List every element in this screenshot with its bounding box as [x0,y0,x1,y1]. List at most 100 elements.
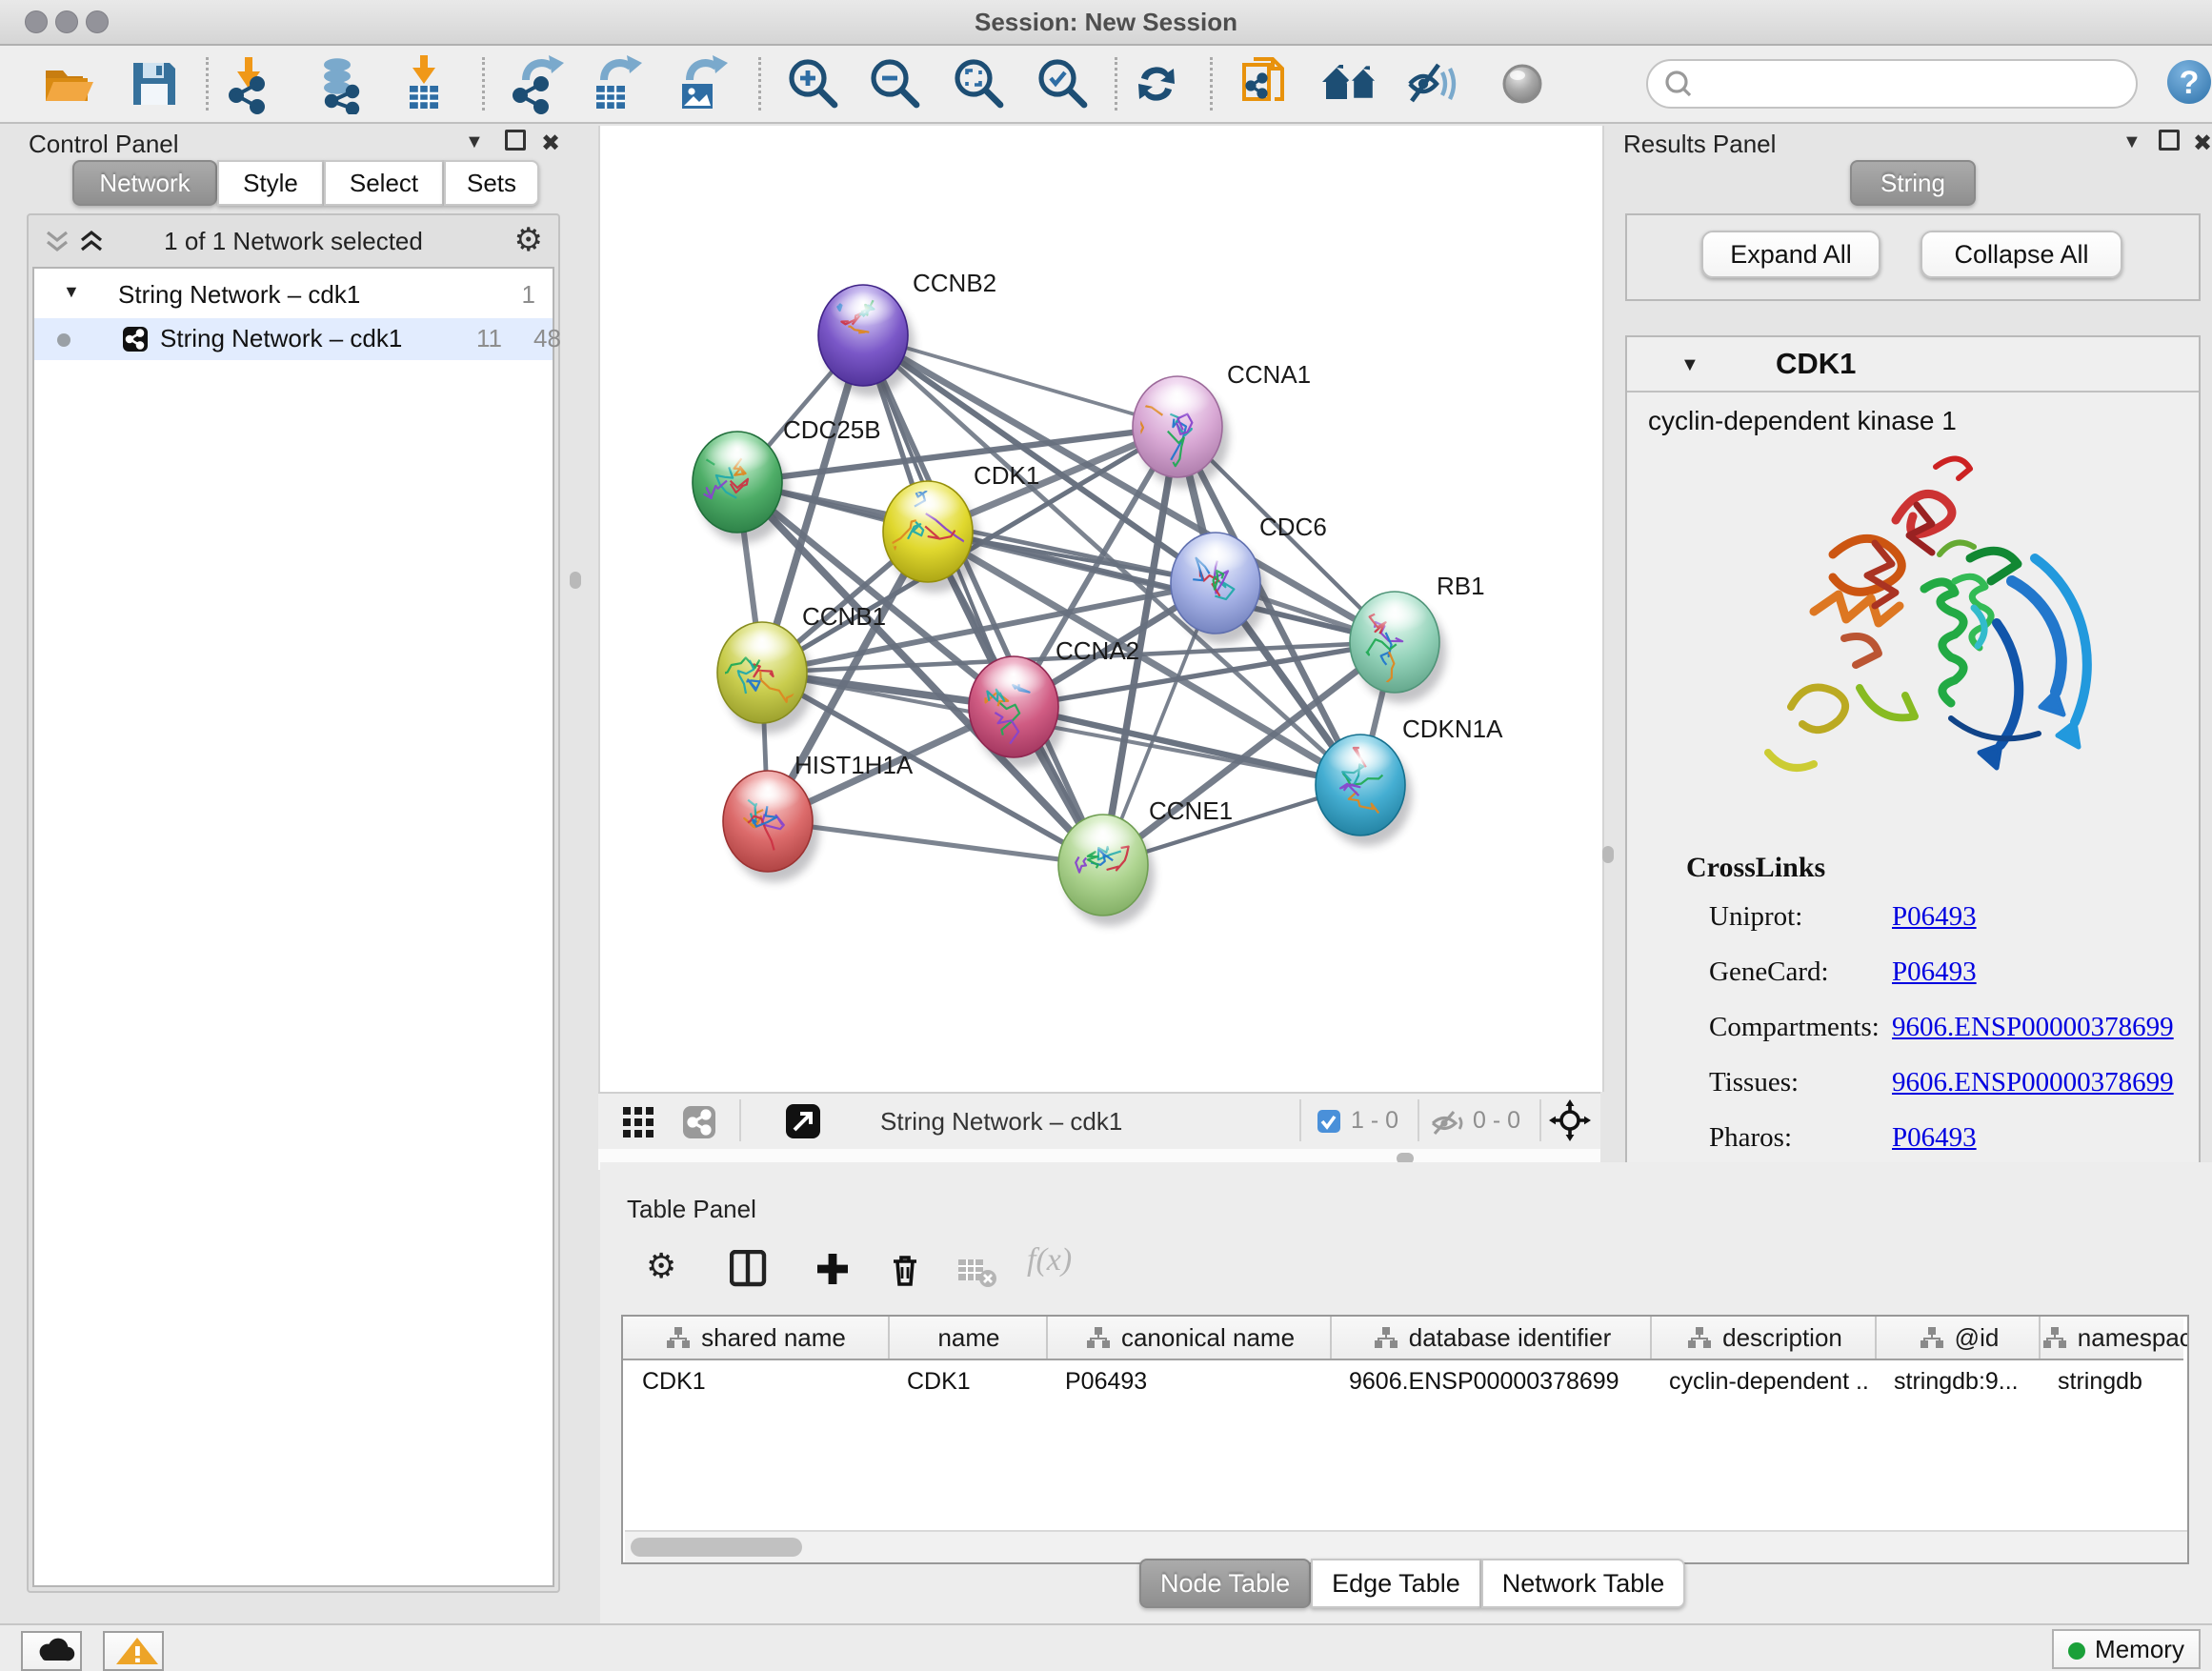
control-panel-float-icon[interactable]: ▼ [465,131,484,153]
crosslink-value-link[interactable]: 9606.ENSP00000378699 [1892,1067,2174,1098]
network-view-icon[interactable] [682,1105,716,1139]
import-table-icon[interactable] [394,53,455,114]
tab-style[interactable]: Style [217,160,324,206]
crosslink-value-link[interactable]: P06493 [1892,1122,1977,1154]
search-input[interactable] [1646,59,2138,109]
zoom-fit-icon[interactable] [949,53,1010,114]
column-header-canonical-name[interactable]: canonical name [1046,1317,1332,1359]
tab-string[interactable]: String [1850,160,1976,206]
cell-shared-name[interactable]: CDK1 [642,1368,884,1396]
fit-selected-icon[interactable] [1549,1099,1591,1141]
detach-view-icon[interactable] [785,1103,821,1139]
expand-all-button[interactable]: Expand All [1701,231,1880,278]
column-header--id[interactable]: @id [1875,1317,2041,1359]
hide-panel-icon[interactable] [1402,53,1463,114]
memory-button[interactable]: Memory [2052,1629,2201,1669]
left-splitter-handle[interactable] [570,572,581,589]
node-label: CDK1 [974,461,1039,490]
results-panel-close-icon[interactable]: ✖ [2193,130,2212,157]
node-label: HIST1H1A [794,751,914,779]
crosslink-label: GeneCard: [1709,956,1829,988]
column-header-namespace[interactable]: namespace [2039,1317,2189,1359]
crosslink-value-link[interactable]: 9606.ENSP00000378699 [1892,1012,2174,1043]
control-panel-maximize-icon[interactable] [505,130,526,156]
crosslink-value-link[interactable]: P06493 [1892,956,1977,988]
network-status-dot [57,333,70,347]
cell-namespace[interactable]: stringdb [2058,1368,2189,1396]
node-label: CCNB2 [913,269,996,297]
protein-expander-icon[interactable]: ▼ [1680,354,1699,376]
cloud-button[interactable] [21,1631,82,1671]
network-canvas[interactable]: CCNB2CCNA1CDC25BCDK1CDC6RB1CCNB1CCNA2CDK… [600,126,1602,1092]
tab-select[interactable]: Select [324,160,444,206]
export-network-icon[interactable] [507,53,568,114]
control-panel-close-icon[interactable]: ✖ [541,130,560,157]
horizontal-scrollbar[interactable] [625,1530,2189,1562]
save-session-icon[interactable] [124,53,185,114]
open-session-icon[interactable] [38,53,99,114]
column-header-shared-name[interactable]: shared name [623,1317,888,1359]
collapse-all-button[interactable]: Collapse All [1920,231,2122,278]
help-icon[interactable]: ? [2162,55,2212,116]
grid-view-icon[interactable] [621,1105,655,1139]
network-type-icon [122,326,149,352]
tab-network-table[interactable]: Network Table [1481,1559,1686,1608]
column-header-name[interactable]: name [888,1317,1048,1359]
network-view[interactable]: CCNB2CCNA1CDC25BCDK1CDC6RB1CCNB1CCNA2CDK… [598,126,1604,1092]
network-node-cdc6[interactable]: CDC6 [1171,513,1327,644]
protein-header[interactable]: ▼ CDK1 [1627,337,2199,393]
tab-network[interactable]: Network [72,160,217,206]
network-node-ccne1[interactable]: CCNE1 [1058,796,1233,926]
column-header-description[interactable]: description [1650,1317,1877,1359]
network-list-options-gear-icon[interactable]: ⚙ [514,221,543,259]
network-node-cdkn1a[interactable]: CDKN1A [1316,715,1503,846]
node-label: CCNA1 [1227,360,1311,389]
zoom-in-icon[interactable] [783,53,844,114]
cell-name[interactable]: CDK1 [907,1368,1042,1396]
network-node-count: 11 [476,324,502,353]
toolbar-separator [1115,57,1117,111]
network-home-icon[interactable] [1320,53,1381,114]
warning-button[interactable] [103,1631,164,1671]
refresh-icon[interactable] [1126,53,1187,114]
import-network-icon[interactable] [221,53,282,114]
tab-sets[interactable]: Sets [444,160,539,206]
tab-edge-table[interactable]: Edge Table [1311,1559,1481,1608]
network-row-selected[interactable]: String Network – cdk1 11 48 [34,318,553,360]
cell-database-identifier[interactable]: 9606.ENSP00000378699 [1349,1368,1646,1396]
show-columns-icon[interactable] [730,1250,768,1288]
cell-canonical-name[interactable]: P06493 [1065,1368,1326,1396]
tree-column-icon [665,1325,690,1350]
add-column-icon[interactable] [814,1250,852,1288]
column-header-database-identifier[interactable]: database identifier [1330,1317,1652,1359]
network-node-cdk1[interactable]: CDK1 [883,461,1039,593]
share-document-icon[interactable] [1237,53,1297,114]
collection-expander-icon[interactable]: ▼ [63,282,80,302]
tab-node-table[interactable]: Node Table [1139,1559,1311,1608]
scrollbar-thumb[interactable] [631,1538,802,1557]
memory-status-dot [2068,1642,2085,1660]
import-database-icon[interactable] [312,53,373,114]
results-panel-float-icon[interactable]: ▼ [2122,131,2142,153]
export-image-icon[interactable] [671,53,732,114]
protein-structure-image [1711,448,2168,836]
control-panel: Control Panel ▼ ✖ NetworkStyleSelectSets… [8,126,560,1593]
table-panel-title: Table Panel [627,1195,756,1224]
cell-description[interactable]: cyclin-dependent ... [1669,1368,1871,1396]
zoom-selected-icon[interactable] [1033,53,1094,114]
results-panel-maximize-icon[interactable] [2159,130,2180,156]
network-list-container: 1 of 1 Network selected ⚙ ▼ String Netwo… [27,213,560,1593]
gray-ball-icon[interactable] [1494,53,1555,114]
delete-column-icon[interactable] [886,1250,924,1288]
zoom-out-icon[interactable] [865,53,926,114]
selected-nodes-checkbox[interactable] [1317,1109,1341,1134]
table-options-gear-icon[interactable]: ⚙ [646,1246,676,1286]
network-node-hist1h1a[interactable]: HIST1H1A [723,751,914,882]
network-collection-row[interactable]: ▼ String Network – cdk1 1 [34,274,553,316]
export-table-icon[interactable] [585,53,646,114]
control-panel-title: Control Panel [29,130,179,159]
crosslink-label: Compartments: [1709,1012,1880,1043]
cell--id[interactable]: stringdb:9... [1894,1368,2035,1396]
network-node-rb1[interactable]: RB1 [1350,572,1485,703]
crosslink-value-link[interactable]: P06493 [1892,901,1977,933]
